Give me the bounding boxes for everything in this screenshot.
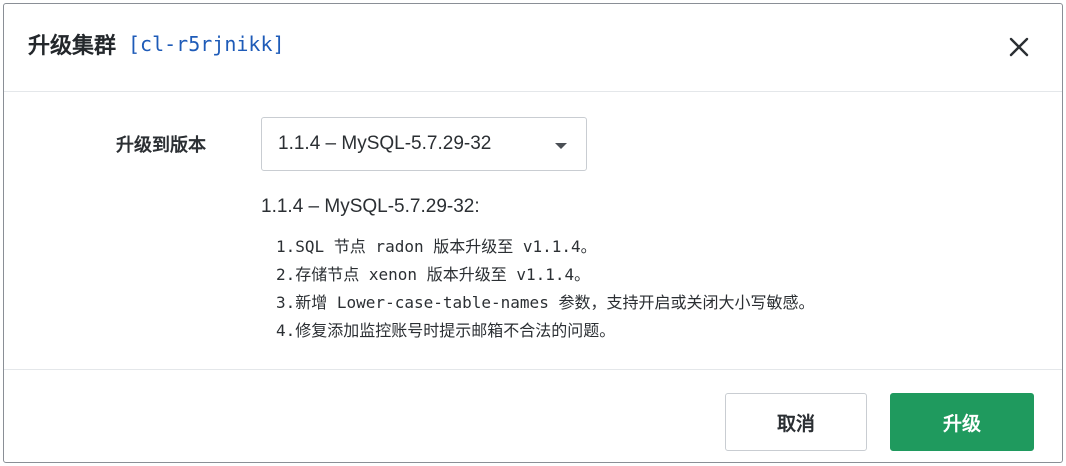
version-label: 升级到版本: [116, 135, 206, 156]
cluster-id: [cl-r5rjnikk]: [128, 32, 285, 56]
release-note-item: 2.存储节点 xenon 版本升级至 v1.1.4。: [276, 265, 591, 284]
version-description-title: 1.1.4 – MySQL-5.7.29-32:: [261, 196, 480, 217]
release-note-item: 3.新增 Lower-case-table-names 参数，支持开启或关闭大小…: [276, 293, 815, 312]
upgrade-button[interactable]: 升级: [890, 393, 1034, 451]
dialog-title: 升级集群 [cl-r5rjnikk]: [28, 28, 285, 60]
close-icon: [1009, 37, 1029, 57]
release-notes: 1.SQL 节点 radon 版本升级至 v1.1.4。 2.存储节点 xeno…: [276, 233, 814, 345]
version-select[interactable]: 1.1.4 – MySQL-5.7.29-32: [261, 117, 587, 171]
dialog-title-text: 升级集群: [28, 34, 117, 59]
version-select-value: 1.1.4 – MySQL-5.7.29-32: [278, 133, 492, 154]
upgrade-cluster-dialog: 升级集群 [cl-r5rjnikk] 升级到版本 1.1.4 – MySQL-5…: [3, 3, 1063, 463]
caret-down-icon: [555, 143, 567, 149]
dialog-body: 升级到版本 1.1.4 – MySQL-5.7.29-32 1.1.4 – My…: [4, 93, 1062, 369]
release-note-item: 1.SQL 节点 radon 版本升级至 v1.1.4。: [276, 237, 597, 256]
dialog-header: 升级集群 [cl-r5rjnikk]: [4, 4, 1062, 92]
cancel-button[interactable]: 取消: [725, 393, 867, 451]
dialog-footer: 取消 升级: [4, 369, 1062, 464]
release-note-item: 4.修复添加监控账号时提示邮箱不合法的问题。: [276, 321, 616, 340]
close-button[interactable]: [1006, 34, 1032, 60]
